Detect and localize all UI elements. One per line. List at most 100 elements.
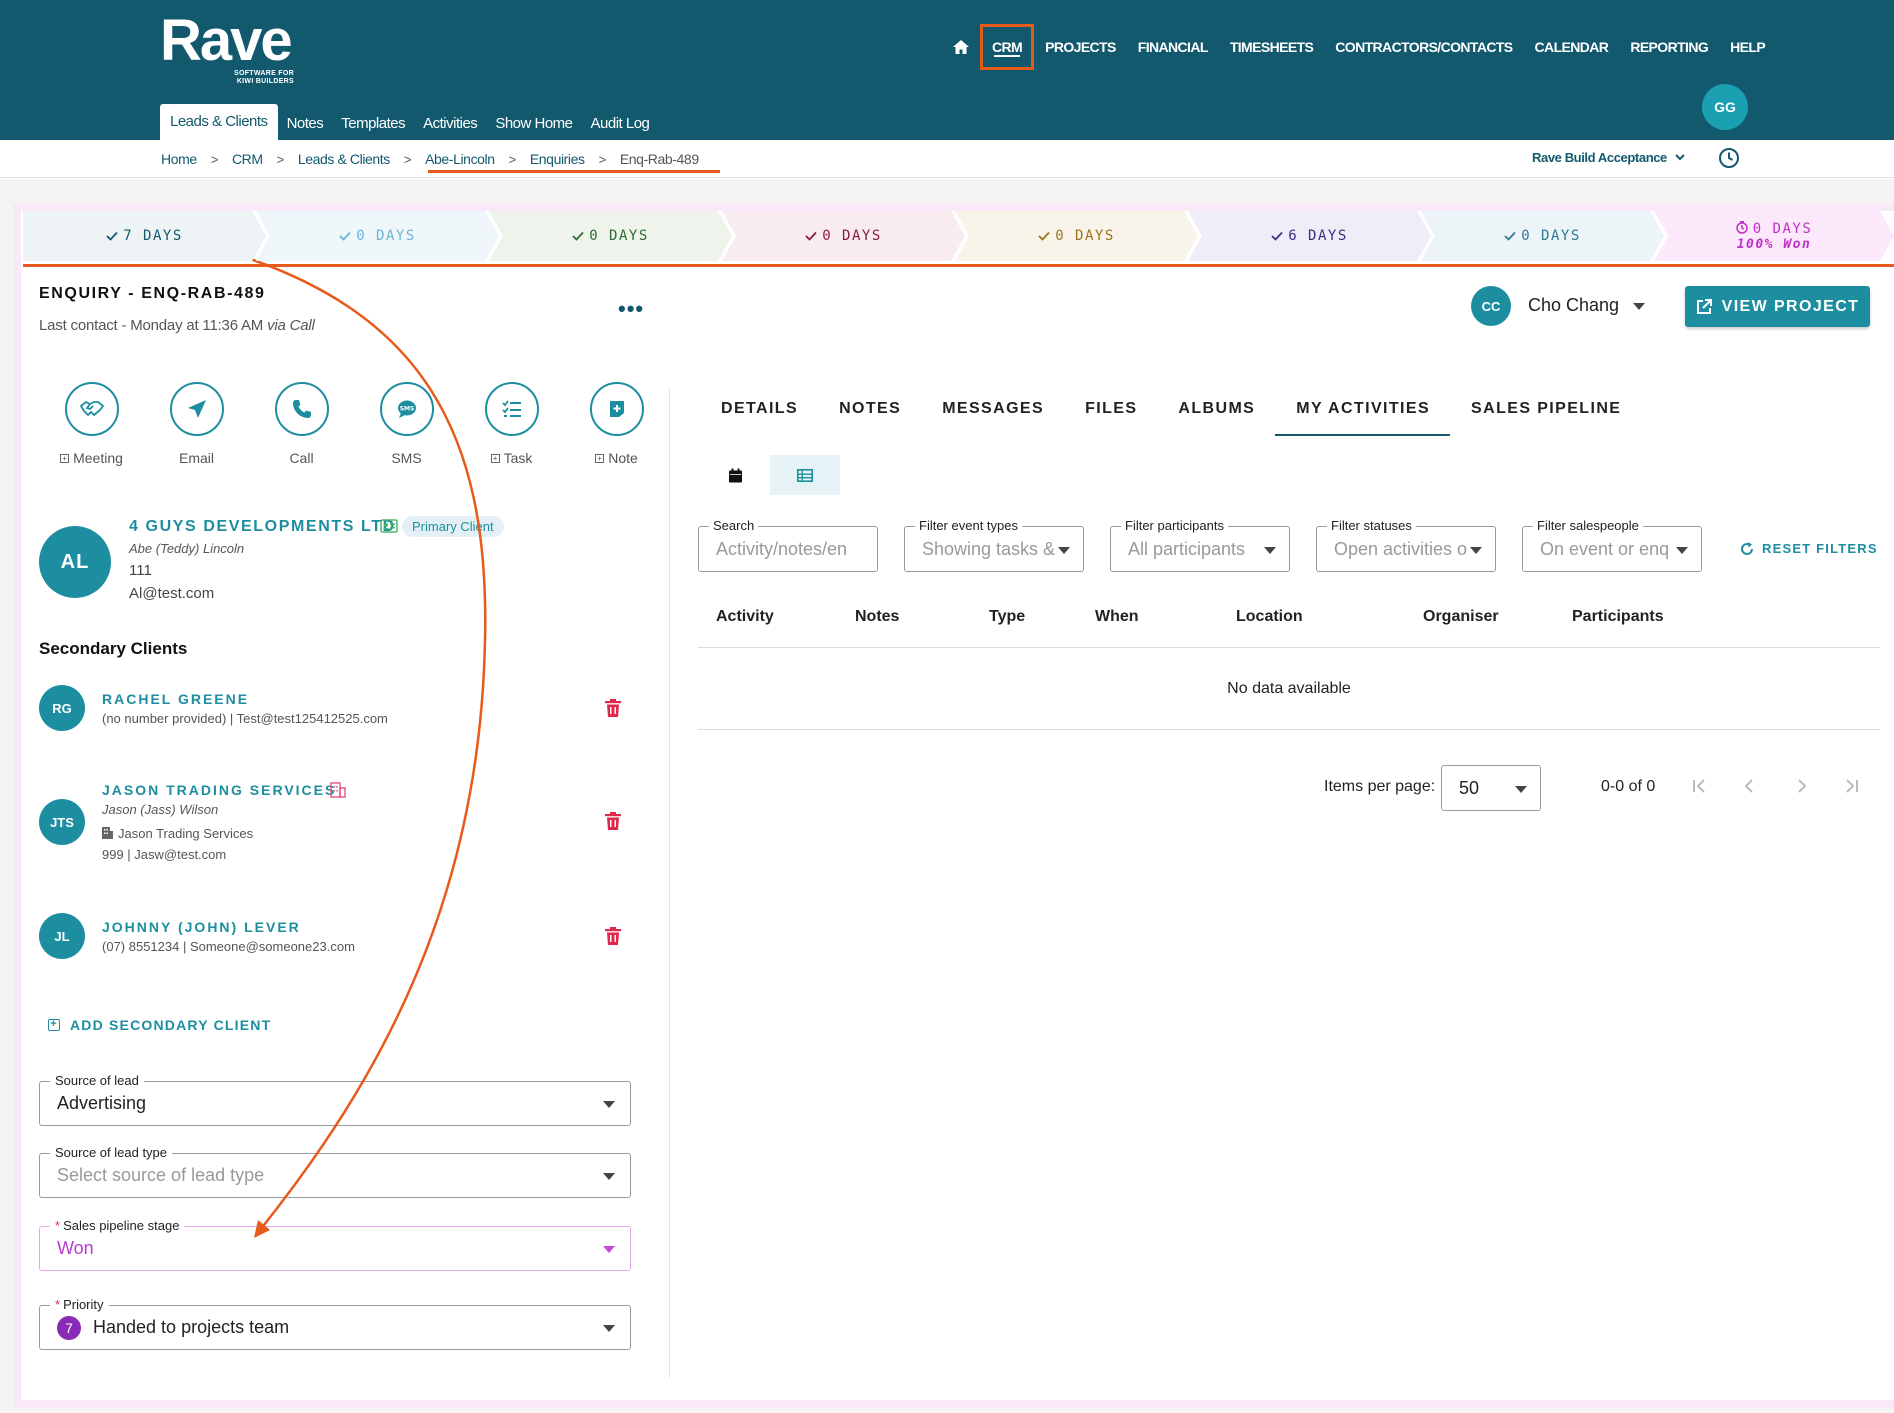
caret-down-icon xyxy=(603,1173,615,1180)
caret-down-icon xyxy=(1515,786,1527,793)
column-header-participants[interactable]: Participants xyxy=(1572,608,1664,626)
sms-bubble-icon: SMS xyxy=(379,382,434,436)
logo-wordmark: Rave xyxy=(160,8,293,73)
list-view-button[interactable] xyxy=(770,455,840,495)
sms-action[interactable]: SMS SMS xyxy=(354,382,459,466)
tab-details[interactable]: DETAILS xyxy=(700,388,818,436)
first-page-icon[interactable] xyxy=(1687,774,1711,798)
nav-financial[interactable]: FINANCIAL xyxy=(1138,39,1209,55)
annotation-underline xyxy=(428,170,720,173)
breadcrumb-enquiries[interactable]: Enquiries xyxy=(530,151,585,167)
rave-logo[interactable]: Rave SOFTWARE FOR KIWI BUILDERS xyxy=(160,8,294,86)
caret-down-icon[interactable] xyxy=(1633,303,1645,310)
pipeline-stage[interactable]: 0 DAYS xyxy=(722,211,965,261)
filter-event-types[interactable]: Filter event types Showing tasks & xyxy=(904,518,1084,572)
priority-select[interactable]: * Priority 7 Handed to projects team xyxy=(39,1297,631,1350)
trash-icon[interactable] xyxy=(605,927,621,945)
filter-participants[interactable]: Filter participants All participants xyxy=(1110,518,1290,572)
primary-email: Al@test.com xyxy=(129,585,215,602)
email-action[interactable]: Email xyxy=(144,382,249,466)
source-of-lead-type-select[interactable]: Source of lead type Select source of lea… xyxy=(39,1145,631,1198)
secondary-client-name[interactable]: RACHEL GREENE xyxy=(102,691,249,707)
pipeline-stage[interactable]: 6 DAYS xyxy=(1188,211,1431,261)
add-secondary-client-button[interactable]: + ADD SECONDARY CLIENT xyxy=(48,1017,271,1033)
filter-statuses[interactable]: Filter statuses Open activities o xyxy=(1316,518,1496,572)
field-placeholder: On event or enq xyxy=(1540,539,1670,559)
call-action[interactable]: Call xyxy=(249,382,354,466)
subnav-templates[interactable]: Templates xyxy=(332,107,414,140)
column-header-when[interactable]: When xyxy=(1095,608,1139,626)
view-project-button[interactable]: VIEW PROJECT xyxy=(1685,286,1870,327)
caret-down-icon xyxy=(1470,547,1482,554)
subnav-activities[interactable]: Activities xyxy=(414,107,486,140)
column-header-location[interactable]: Location xyxy=(1236,608,1303,626)
tab-my-activities[interactable]: MY ACTIVITIES xyxy=(1275,388,1451,436)
tab-sales-pipeline[interactable]: SALES PIPELINE xyxy=(1450,388,1641,436)
trash-icon[interactable] xyxy=(605,699,621,717)
column-header-notes[interactable]: Notes xyxy=(855,608,899,626)
home-icon[interactable] xyxy=(950,36,972,58)
source-of-lead-select[interactable]: Source of lead Advertising xyxy=(39,1073,631,1126)
more-options-icon[interactable]: ••• xyxy=(618,296,644,322)
items-per-page-label: Items per page: xyxy=(1324,778,1436,795)
breadcrumb-leads-clients[interactable]: Leads & Clients xyxy=(298,151,390,167)
search-input[interactable]: Search Activity/notes/en xyxy=(698,518,878,572)
note-action[interactable]: + Note xyxy=(564,382,669,466)
trash-icon[interactable] xyxy=(605,812,621,830)
pipeline-stage[interactable]: 0 DAYS xyxy=(955,211,1198,261)
sales-pipeline-stage-select[interactable]: * Sales pipeline stage Won xyxy=(39,1218,631,1271)
secondary-client-details: (07) 8551234 | Someone@someone23.com xyxy=(102,939,355,954)
column-header-activity[interactable]: Activity xyxy=(716,608,774,626)
tab-notes[interactable]: NOTES xyxy=(818,388,921,436)
pipeline-stage[interactable]: 0 DAYS 100% Won xyxy=(1654,211,1894,261)
breadcrumb-crm[interactable]: CRM xyxy=(232,151,263,167)
field-placeholder: All participants xyxy=(1128,539,1246,559)
subnav-show-home[interactable]: Show Home xyxy=(486,107,581,140)
nav-timesheets[interactable]: TIMESHEETS xyxy=(1230,39,1314,55)
meeting-action[interactable]: + Meeting xyxy=(39,382,144,466)
reset-filters-button[interactable]: RESET FILTERS xyxy=(1740,541,1878,556)
tenant-switcher[interactable]: Rave Build Acceptance xyxy=(1532,150,1685,165)
tab-messages[interactable]: MESSAGES xyxy=(921,388,1064,436)
last-page-icon[interactable] xyxy=(1840,774,1864,798)
tenant-name: Rave Build Acceptance xyxy=(1532,150,1667,165)
task-action[interactable]: + Task xyxy=(459,382,564,466)
items-per-page-select[interactable]: 50 xyxy=(1441,765,1541,811)
breadcrumb-client[interactable]: Abe-Lincoln xyxy=(425,151,495,167)
caret-down-icon xyxy=(1676,547,1688,554)
caret-down-icon xyxy=(603,1246,615,1253)
note-add-icon xyxy=(589,382,644,436)
nav-contractors-contacts[interactable]: CONTRACTORS/CONTACTS xyxy=(1335,39,1513,55)
tab-albums[interactable]: ALBUMS xyxy=(1157,388,1275,436)
column-header-organiser[interactable]: Organiser xyxy=(1423,608,1499,626)
history-clock-icon[interactable] xyxy=(1718,147,1740,169)
next-page-icon[interactable] xyxy=(1790,774,1814,798)
tab-files[interactable]: FILES xyxy=(1064,388,1157,436)
nav-projects[interactable]: PROJECTS xyxy=(1045,39,1116,55)
subnav-audit-log[interactable]: Audit Log xyxy=(582,107,659,140)
nav-crm[interactable]: CRM xyxy=(980,24,1035,70)
primary-client-name[interactable]: 4 GUYS DEVELOPMENTS LTD xyxy=(129,518,396,536)
pipeline-stage[interactable]: 0 DAYS xyxy=(256,211,499,261)
pipeline-stage[interactable]: 0 DAYS xyxy=(1421,211,1664,261)
secondary-client-name[interactable]: JOHNNY (JOHN) LEVER xyxy=(102,919,301,935)
nav-help[interactable]: HELP xyxy=(1730,39,1766,55)
nav-calendar[interactable]: CALENDAR xyxy=(1535,39,1609,55)
field-value: Handed to projects team xyxy=(93,1317,290,1337)
subnav-leads-clients[interactable]: Leads & Clients xyxy=(160,104,278,140)
breadcrumb-home[interactable]: Home xyxy=(161,151,197,167)
secondary-client-name[interactable]: JASON TRADING SERVICES xyxy=(102,782,336,798)
nav-reporting[interactable]: REPORTING xyxy=(1630,39,1708,55)
owner-name[interactable]: Cho Chang xyxy=(1528,295,1619,316)
primary-phone: 111 xyxy=(129,562,152,579)
calendar-view-button[interactable] xyxy=(700,455,770,495)
column-header-type[interactable]: Type xyxy=(989,608,1025,626)
pipeline-stage[interactable]: 7 DAYS xyxy=(23,211,266,261)
previous-page-icon[interactable] xyxy=(1737,774,1761,798)
filter-salespeople[interactable]: Filter salespeople On event or enq xyxy=(1522,518,1702,572)
add-secondary-client-label: ADD SECONDARY CLIENT xyxy=(70,1017,272,1033)
user-avatar[interactable]: GG xyxy=(1702,84,1748,130)
pipeline-stage[interactable]: 0 DAYS xyxy=(489,211,732,261)
subnav-notes[interactable]: Notes xyxy=(278,107,333,140)
stage-label: 0 DAYS xyxy=(1752,220,1813,237)
